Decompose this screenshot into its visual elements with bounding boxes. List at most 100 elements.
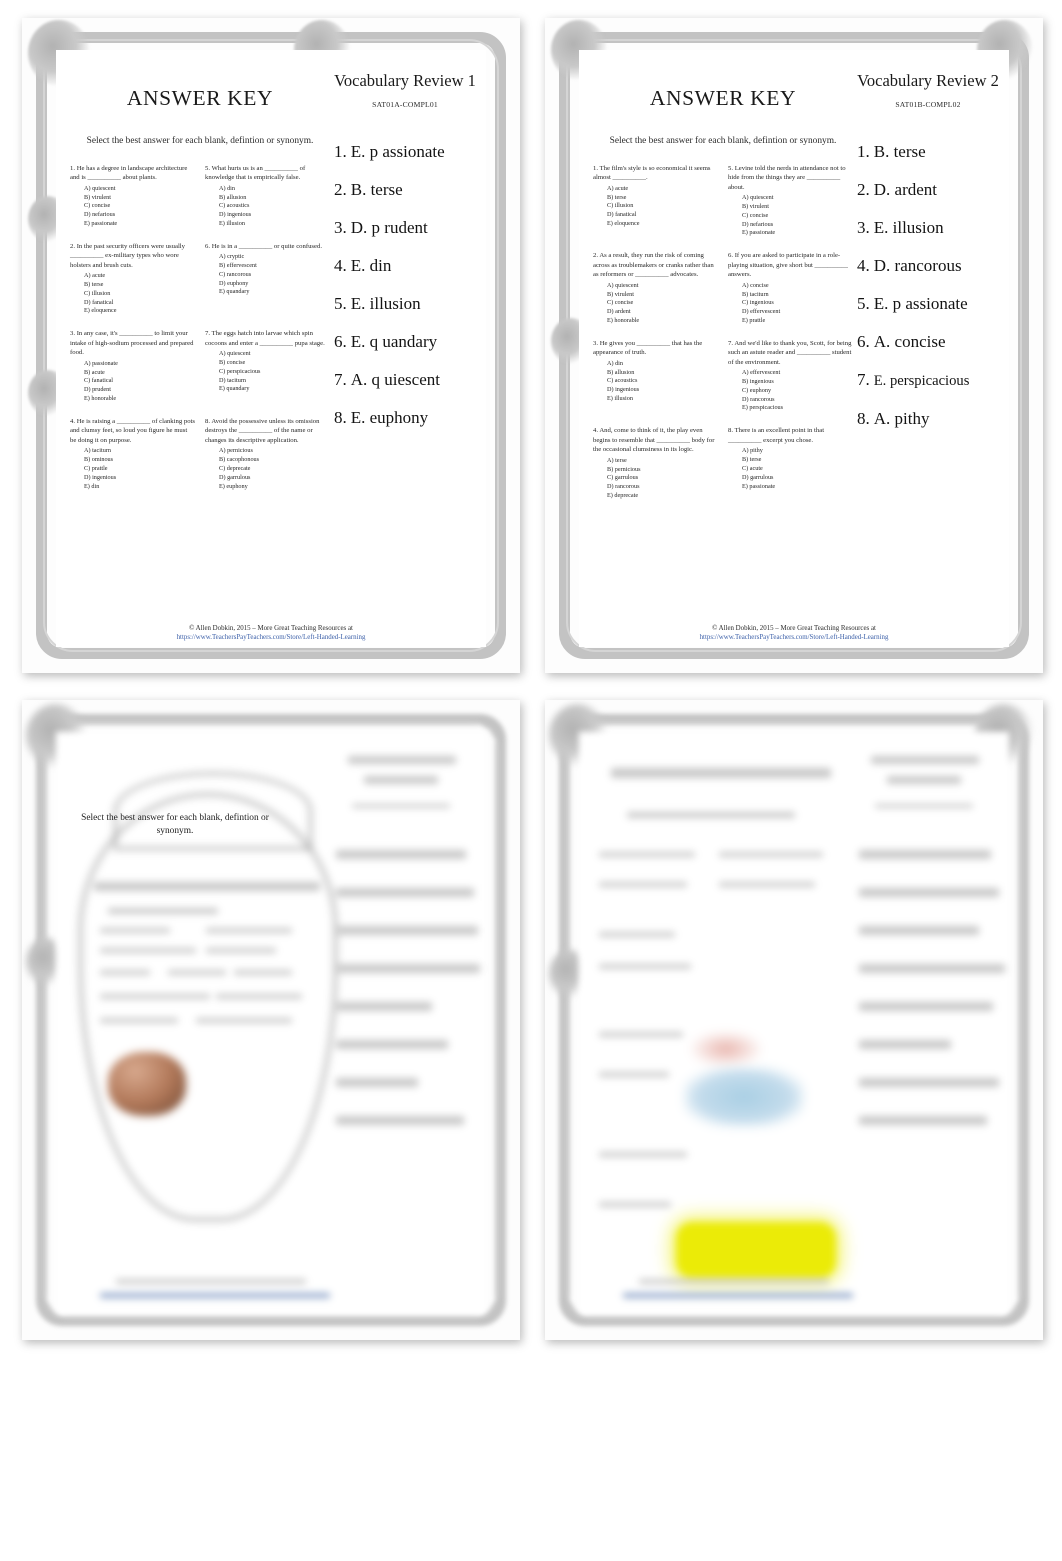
- choice-item[interactable]: B) ominous: [84, 456, 195, 465]
- choice-item[interactable]: A) pithy: [742, 447, 853, 456]
- choice-item[interactable]: B) virulent: [84, 194, 195, 203]
- choice-item[interactable]: C) acute: [742, 465, 853, 474]
- store-link[interactable]: https://www.TeachersPayTeachers.com/Stor…: [56, 634, 486, 641]
- choice-item[interactable]: C) euphony: [742, 387, 853, 396]
- choice-item[interactable]: D) nefarious: [742, 221, 853, 230]
- choice-item[interactable]: D) ingenious: [219, 211, 330, 220]
- blurred-text-line: [599, 964, 691, 969]
- choice-item[interactable]: C) prattle: [84, 465, 195, 474]
- choice-item[interactable]: C) ingenious: [742, 299, 853, 308]
- choice-item[interactable]: D) garrulous: [742, 474, 853, 483]
- answer-number: 6.: [857, 332, 870, 352]
- choice-item[interactable]: A) concise: [742, 282, 853, 291]
- choice-item[interactable]: A) quiescent: [84, 185, 195, 194]
- page-sheet-thumbnail-3[interactable]: Select the best answer for each blank, d…: [22, 700, 520, 1340]
- choice-item[interactable]: B) virulent: [607, 291, 718, 300]
- choice-item[interactable]: C) concise: [84, 202, 195, 211]
- choice-item[interactable]: E) illusion: [219, 220, 330, 229]
- blurred-text-line: [100, 928, 170, 933]
- choice-item[interactable]: D) ardent: [607, 308, 718, 317]
- choice-item[interactable]: B) cacophonous: [219, 456, 330, 465]
- choice-item[interactable]: E) quandary: [219, 288, 330, 297]
- choice-item[interactable]: E) din: [84, 483, 195, 492]
- choice-item[interactable]: B) effervescent: [219, 262, 330, 271]
- choice-item[interactable]: D) rancorous: [607, 483, 718, 492]
- answer-number: 6.: [334, 332, 347, 352]
- choice-item[interactable]: E) illusion: [607, 395, 718, 404]
- choice-item[interactable]: D) taciturn: [219, 377, 330, 386]
- choice-item[interactable]: B) taciturn: [742, 291, 853, 300]
- answer-item: 8. A. pithy: [857, 410, 1003, 427]
- answer-number: 5.: [334, 294, 347, 314]
- choice-item[interactable]: C) concise: [607, 299, 718, 308]
- choice-item[interactable]: B) allusion: [607, 369, 718, 378]
- choice-item[interactable]: A) acute: [84, 272, 195, 281]
- choice-item[interactable]: D) fanatical: [607, 211, 718, 220]
- choice-item[interactable]: C) illusion: [607, 202, 718, 211]
- choice-item[interactable]: E) quandary: [219, 385, 330, 394]
- choice-item[interactable]: D) prudent: [84, 386, 195, 395]
- choice-item[interactable]: E) passionate: [742, 483, 853, 492]
- choice-item[interactable]: E) honorable: [84, 395, 195, 404]
- store-link[interactable]: https://www.TeachersPayTeachers.com/Stor…: [579, 634, 1009, 641]
- page-sheet-thumbnail-4[interactable]: [545, 700, 1043, 1340]
- choice-item[interactable]: A) din: [607, 360, 718, 369]
- choice-item[interactable]: B) terse: [607, 194, 718, 203]
- choice-item[interactable]: B) virulent: [742, 203, 853, 212]
- choice-item[interactable]: D) effervescent: [742, 308, 853, 317]
- choice-item[interactable]: B) allusion: [219, 194, 330, 203]
- answer-item: 5. E. p assionate: [857, 295, 1003, 312]
- choice-item[interactable]: C) acoustics: [219, 202, 330, 211]
- choice-item[interactable]: D) ingenious: [84, 474, 195, 483]
- choice-item[interactable]: A) effervescent: [742, 369, 853, 378]
- blurred-text-line: [336, 888, 474, 897]
- page-sheet-review-1[interactable]: ANSWER KEY Select the best answer for ea…: [22, 18, 520, 673]
- choice-item[interactable]: E) passionate: [742, 229, 853, 238]
- choice-item[interactable]: A) quiescent: [742, 194, 853, 203]
- choice-item[interactable]: C) fanatical: [84, 377, 195, 386]
- choice-item[interactable]: D) nefarious: [84, 211, 195, 220]
- choice-item[interactable]: E) passionate: [84, 220, 195, 229]
- choice-list: A) din B) allusion C) acoustics D) ingen…: [593, 360, 718, 404]
- choice-item[interactable]: E) eloquence: [84, 307, 195, 316]
- choice-item[interactable]: C) illusion: [84, 290, 195, 299]
- choice-item[interactable]: C) concise: [742, 212, 853, 221]
- choice-item[interactable]: C) rancorous: [219, 271, 330, 280]
- answer-number: 1.: [857, 142, 870, 162]
- choice-item[interactable]: A) passionate: [84, 360, 195, 369]
- choice-item[interactable]: E) euphony: [219, 483, 330, 492]
- choice-item[interactable]: A) cryptic: [219, 253, 330, 262]
- choice-item[interactable]: D) garrulous: [219, 474, 330, 483]
- question-block: 5. What hurts us is an __________ of kno…: [205, 164, 330, 229]
- blurred-text-line: [599, 1072, 669, 1077]
- choice-item[interactable]: B) terse: [84, 281, 195, 290]
- page-content-area: ANSWER KEY Select the best answer for ea…: [579, 50, 1009, 647]
- choice-item[interactable]: B) terse: [742, 456, 853, 465]
- choice-item[interactable]: D) fanatical: [84, 299, 195, 308]
- choice-item[interactable]: B) ingenious: [742, 378, 853, 387]
- choice-item[interactable]: D) ingenious: [607, 386, 718, 395]
- choice-item[interactable]: C) acoustics: [607, 377, 718, 386]
- choice-item[interactable]: A) din: [219, 185, 330, 194]
- choice-item[interactable]: E) deprecate: [607, 492, 718, 501]
- choice-item[interactable]: A) quiescent: [219, 350, 330, 359]
- choice-item[interactable]: B) acute: [84, 369, 195, 378]
- choice-item[interactable]: E) prattle: [742, 317, 853, 326]
- choice-item[interactable]: A) acute: [607, 185, 718, 194]
- choice-item[interactable]: D) euphony: [219, 280, 330, 289]
- choice-item[interactable]: E) perspicacious: [742, 404, 853, 413]
- choice-item[interactable]: E) eloquence: [607, 220, 718, 229]
- choice-item[interactable]: C) garrulous: [607, 474, 718, 483]
- choice-item[interactable]: A) quiescent: [607, 282, 718, 291]
- choice-item[interactable]: C) deprecate: [219, 465, 330, 474]
- choice-item[interactable]: E) honorable: [607, 317, 718, 326]
- choice-item[interactable]: A) pernicious: [219, 447, 330, 456]
- choice-item[interactable]: B) pernicious: [607, 466, 718, 475]
- question-block: 7. And we'd like to thank you, Scott, fo…: [728, 339, 853, 414]
- choice-item[interactable]: D) rancorous: [742, 396, 853, 405]
- choice-item[interactable]: A) taciturn: [84, 447, 195, 456]
- page-sheet-review-2[interactable]: ANSWER KEY Select the best answer for ea…: [545, 18, 1043, 673]
- choice-item[interactable]: C) perspicacious: [219, 368, 330, 377]
- choice-item[interactable]: A) terse: [607, 457, 718, 466]
- choice-item[interactable]: B) concise: [219, 359, 330, 368]
